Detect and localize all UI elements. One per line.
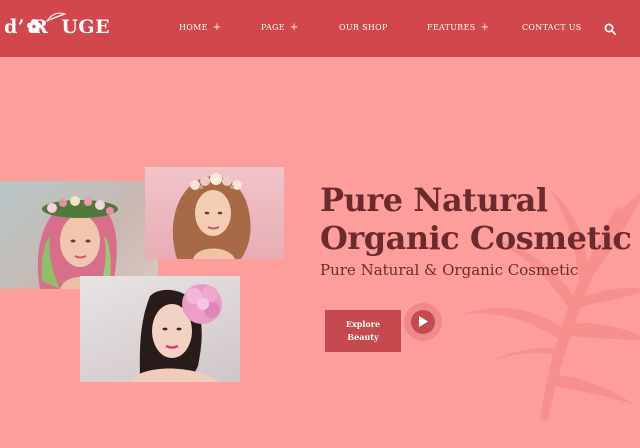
explore-beauty-button-line-2: Beauty — [347, 332, 379, 342]
site-header: d’ R UGE HOME + PAGE + OUR SHOP FEATURES + C… — [0, 0, 640, 57]
nav-page-label: PAGE — [261, 23, 285, 32]
nav-page[interactable]: PAGE + — [261, 22, 299, 33]
nav-contact-us[interactable]: CONTACT US — [522, 23, 582, 32]
nav-home[interactable]: HOME + — [179, 22, 222, 33]
nav-features-label: FEATURES — [427, 23, 476, 32]
nav-page-plus-icon: + — [289, 22, 299, 33]
hero-title-line-2: Organic Cosmetic — [320, 219, 632, 257]
hero-subtitle: Pure Natural & Organic Cosmetic — [320, 261, 579, 279]
nav-home-plus-icon: + — [212, 22, 222, 33]
model-photo-floral-headband — [145, 167, 284, 259]
play-video-button[interactable] — [404, 303, 442, 341]
explore-beauty-button-line-1: Explore — [345, 319, 381, 329]
search-icon[interactable] — [604, 23, 616, 35]
nav-features-plus-icon: + — [480, 22, 490, 33]
nav-home-label: HOME — [179, 23, 208, 32]
explore-beauty-button[interactable]: Explore Beauty — [325, 310, 401, 352]
nav-features[interactable]: FEATURES + — [427, 22, 490, 33]
main-nav: HOME + PAGE + OUR SHOP FEATURES + CONTACT U… — [0, 0, 640, 57]
nav-contact-us-label: CONTACT US — [522, 23, 582, 32]
nav-our-shop[interactable]: OUR SHOP — [339, 23, 388, 32]
model-photo-pink-flower — [80, 276, 240, 382]
nav-our-shop-label: OUR SHOP — [339, 23, 388, 32]
hero-title-line-1: Pure Natural — [320, 181, 548, 219]
hero-title: Pure Natural Organic Cosmetic — [320, 181, 632, 257]
play-icon — [419, 316, 428, 327]
model-photo-flower-crown — [0, 181, 158, 289]
play-button-circle — [411, 310, 435, 334]
